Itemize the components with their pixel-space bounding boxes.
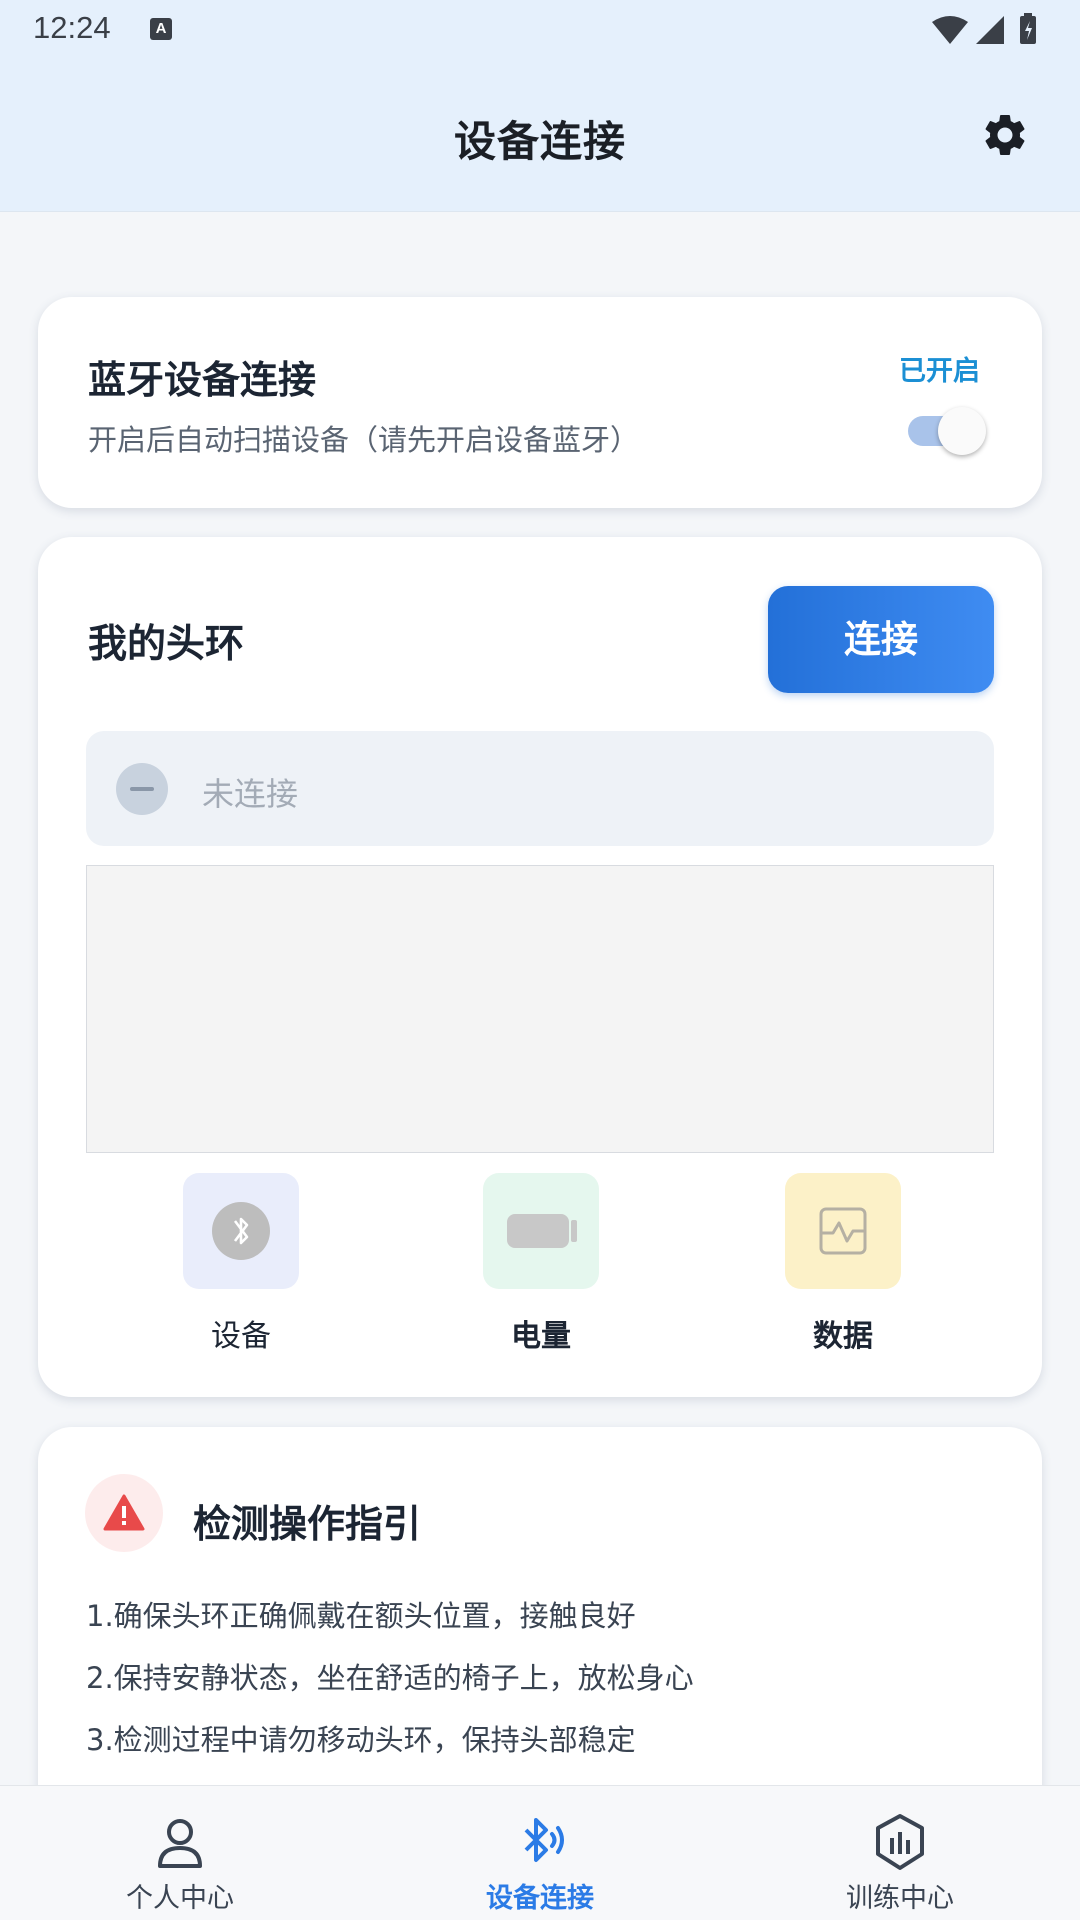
metric-device[interactable]: 设备 — [141, 1173, 341, 1355]
page-title: 设备连接 — [453, 117, 626, 166]
guide-line: 2.保持安静状态，坐在舒适的椅子上，放松身心 — [86, 1661, 694, 1695]
metric-label: 数据 — [813, 1319, 873, 1354]
nav-training-center[interactable]: 训练中心 — [800, 1810, 1000, 1915]
minus-circle-icon — [116, 763, 168, 815]
status-time: 12:24 — [33, 10, 111, 45]
wifi-icon — [932, 16, 968, 44]
bluetooth-toggle[interactable] — [904, 405, 986, 457]
battery-icon — [483, 1173, 599, 1289]
metric-label: 设备 — [211, 1319, 271, 1354]
metric-data[interactable]: 数据 — [743, 1173, 943, 1355]
connection-status-text: 未连接 — [202, 775, 299, 813]
guide-title: 检测操作指引 — [193, 1502, 422, 1546]
nav-label: 训练中心 — [846, 1883, 954, 1914]
person-icon — [148, 1810, 212, 1874]
metric-battery[interactable]: 电量 — [441, 1173, 641, 1355]
bluetooth-icon — [183, 1173, 299, 1289]
bluetooth-signal-icon — [508, 1810, 572, 1874]
nav-label: 个人中心 — [126, 1883, 234, 1914]
app-header: 12:24 A 设备连接 — [0, 0, 1080, 212]
battery-status-icon — [1020, 13, 1036, 44]
signal-icon — [976, 16, 1004, 44]
connection-status-bar: 未连接 — [86, 731, 994, 846]
metric-label: 电量 — [511, 1319, 571, 1354]
bluetooth-status: 已开启 — [899, 356, 980, 387]
connect-button[interactable]: 连接 — [768, 586, 994, 693]
signal-preview-area — [86, 865, 994, 1153]
gear-icon[interactable] — [980, 110, 1030, 160]
guide-line: 3.检测过程中请勿移动头环，保持头部稳定 — [86, 1723, 636, 1757]
data-chart-icon — [785, 1173, 901, 1289]
nav-device-connection[interactable]: 设备连接 — [440, 1810, 640, 1915]
guide-line: 1.确保头环正确佩戴在额头位置，接触良好 — [86, 1599, 636, 1633]
bluetooth-card: 蓝牙设备连接 开启后自动扫描设备（请先开启设备蓝牙） 已开启 — [38, 297, 1042, 508]
bluetooth-title: 蓝牙设备连接 — [88, 358, 317, 402]
headband-card: 我的头环 连接 未连接 设备 电量 数据 — [38, 537, 1042, 1397]
headband-title: 我的头环 — [88, 622, 245, 667]
nav-personal-center[interactable]: 个人中心 — [80, 1810, 280, 1915]
status-icons — [930, 12, 1050, 52]
bottom-nav: 个人中心 设备连接 训练中心 — [0, 1785, 1080, 1920]
nav-label: 设备连接 — [486, 1883, 594, 1914]
toggle-knob — [938, 407, 986, 455]
bluetooth-subtitle: 开启后自动扫描设备（请先开启设备蓝牙） — [88, 423, 640, 457]
notification-icon: A — [150, 18, 172, 40]
warning-icon — [85, 1474, 163, 1552]
chart-hexagon-icon — [868, 1810, 932, 1874]
